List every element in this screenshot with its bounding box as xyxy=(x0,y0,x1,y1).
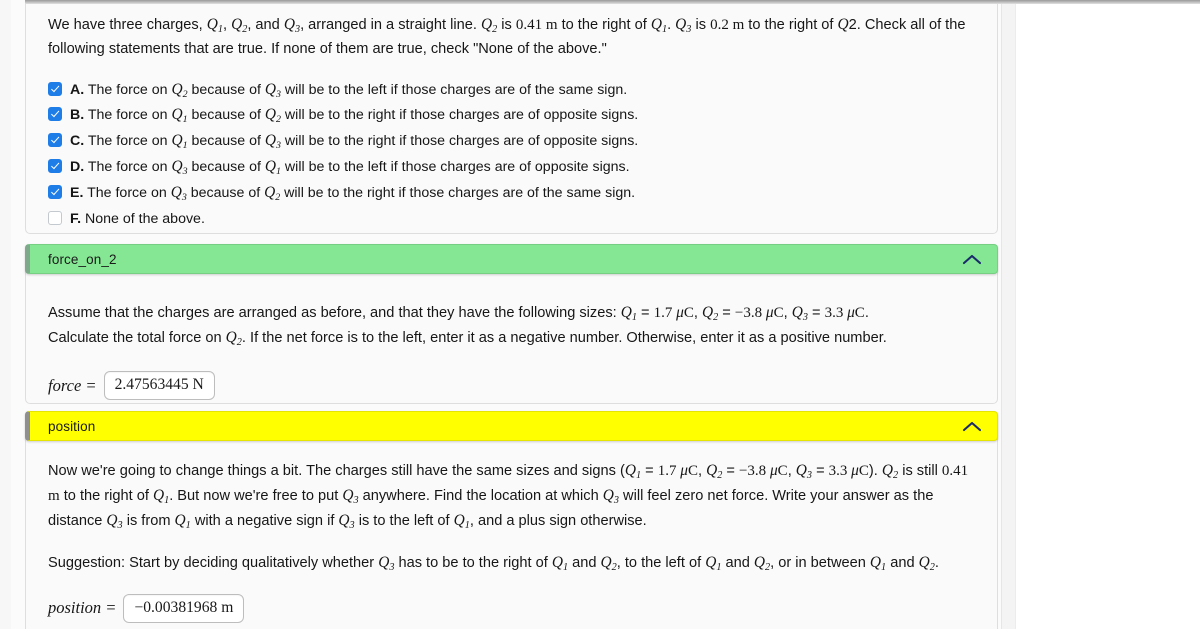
option-letter-f: F. xyxy=(70,210,82,227)
option-row-c[interactable]: C. The force on Q1 because of Q3 will be… xyxy=(48,131,975,153)
top-edge-shadow xyxy=(25,0,1200,4)
option-text-e: The force on Q3 because of Q2 will be to… xyxy=(87,184,636,203)
checkbox-f[interactable] xyxy=(48,210,62,225)
accordion-title-force-on-2: force_on_2 xyxy=(48,251,117,267)
checkbox-e[interactable] xyxy=(48,185,62,200)
right-empty-pane xyxy=(1014,4,1200,629)
checkbox-d[interactable] xyxy=(48,159,62,174)
position-card: Now we're going to change things a bit. … xyxy=(25,412,998,629)
force-answer-label: force = xyxy=(48,375,97,395)
checkbox-option-list: A. The force on Q2 because of Q3 will be… xyxy=(48,80,975,229)
question-prompt: We have three charges, Q1, Q2, and Q3, a… xyxy=(48,16,966,58)
page-root: We have three charges, Q1, Q2, and Q3, a… xyxy=(0,0,1200,629)
position-answer-label: position = xyxy=(48,598,117,618)
option-letter-e: E. xyxy=(70,185,84,202)
position-answer-input[interactable]: −0.00381968 m xyxy=(123,593,245,623)
position-answer-row: position = −0.00381968 m xyxy=(48,593,975,623)
checkbox-b[interactable] xyxy=(48,107,62,122)
accordion-title-position: position xyxy=(48,418,96,434)
position-panel-body: Now we're going to change things a bit. … xyxy=(48,462,969,532)
vertical-scrollbar[interactable] xyxy=(1001,4,1016,629)
option-text-f: None of the above. xyxy=(85,210,205,227)
checkbox-c[interactable] xyxy=(48,133,62,148)
question-card-multiple-choice: We have three charges, Q1, Q2, and Q3, a… xyxy=(25,0,998,234)
option-letter-b: B. xyxy=(70,107,85,124)
accordion-header-force-on-2[interactable]: force_on_2 xyxy=(25,244,998,274)
option-label-b: B. The force on Q1 because of Q2 will be… xyxy=(70,105,638,127)
option-row-d[interactable]: D. The force on Q3 because of Q1 will be… xyxy=(48,157,975,179)
option-row-f[interactable]: F. None of the above. xyxy=(48,209,975,228)
position-panel-suggestion: Suggestion: Start by deciding qualitativ… xyxy=(48,553,939,573)
checkbox-a[interactable] xyxy=(48,81,62,96)
option-label-c: C. The force on Q1 because of Q3 will be… xyxy=(70,131,638,153)
force-answer-input[interactable]: 2.47563445 N xyxy=(103,371,215,401)
option-label-d: D. The force on Q3 because of Q1 will be… xyxy=(70,157,630,179)
option-text-c: The force on Q1 because of Q3 will be to… xyxy=(87,132,639,152)
option-row-b[interactable]: B. The force on Q1 because of Q2 will be… xyxy=(48,105,975,127)
option-label-a: A. The force on Q2 because of Q3 will be… xyxy=(70,80,627,102)
option-letter-d: D. xyxy=(70,159,85,176)
force-answer-row: force = 2.47563445 N xyxy=(48,371,975,401)
option-text-a: The force on Q2 because of Q3 will be to… xyxy=(87,80,628,100)
option-row-e[interactable]: E. The force on Q3 because of Q2 will be… xyxy=(48,183,975,205)
chevron-up-icon[interactable] xyxy=(961,419,983,433)
option-label-f: F. None of the above. xyxy=(70,210,205,228)
option-text-d: The force on Q3 because of Q1 will be to… xyxy=(87,158,630,177)
chevron-up-icon[interactable] xyxy=(961,252,983,266)
option-letter-c: C. xyxy=(70,133,85,150)
option-letter-a: A. xyxy=(70,81,85,98)
force-on-2-card: Assume that the charges are arranged as … xyxy=(25,252,998,404)
force-panel-body: Assume that the charges are arranged as … xyxy=(48,304,887,349)
option-text-b: The force on Q1 because of Q2 will be to… xyxy=(87,106,639,126)
option-label-e: E. The force on Q3 because of Q2 will be… xyxy=(70,183,635,205)
option-row-a[interactable]: A. The force on Q2 because of Q3 will be… xyxy=(48,80,975,102)
accordion-header-position[interactable]: position xyxy=(25,411,998,441)
